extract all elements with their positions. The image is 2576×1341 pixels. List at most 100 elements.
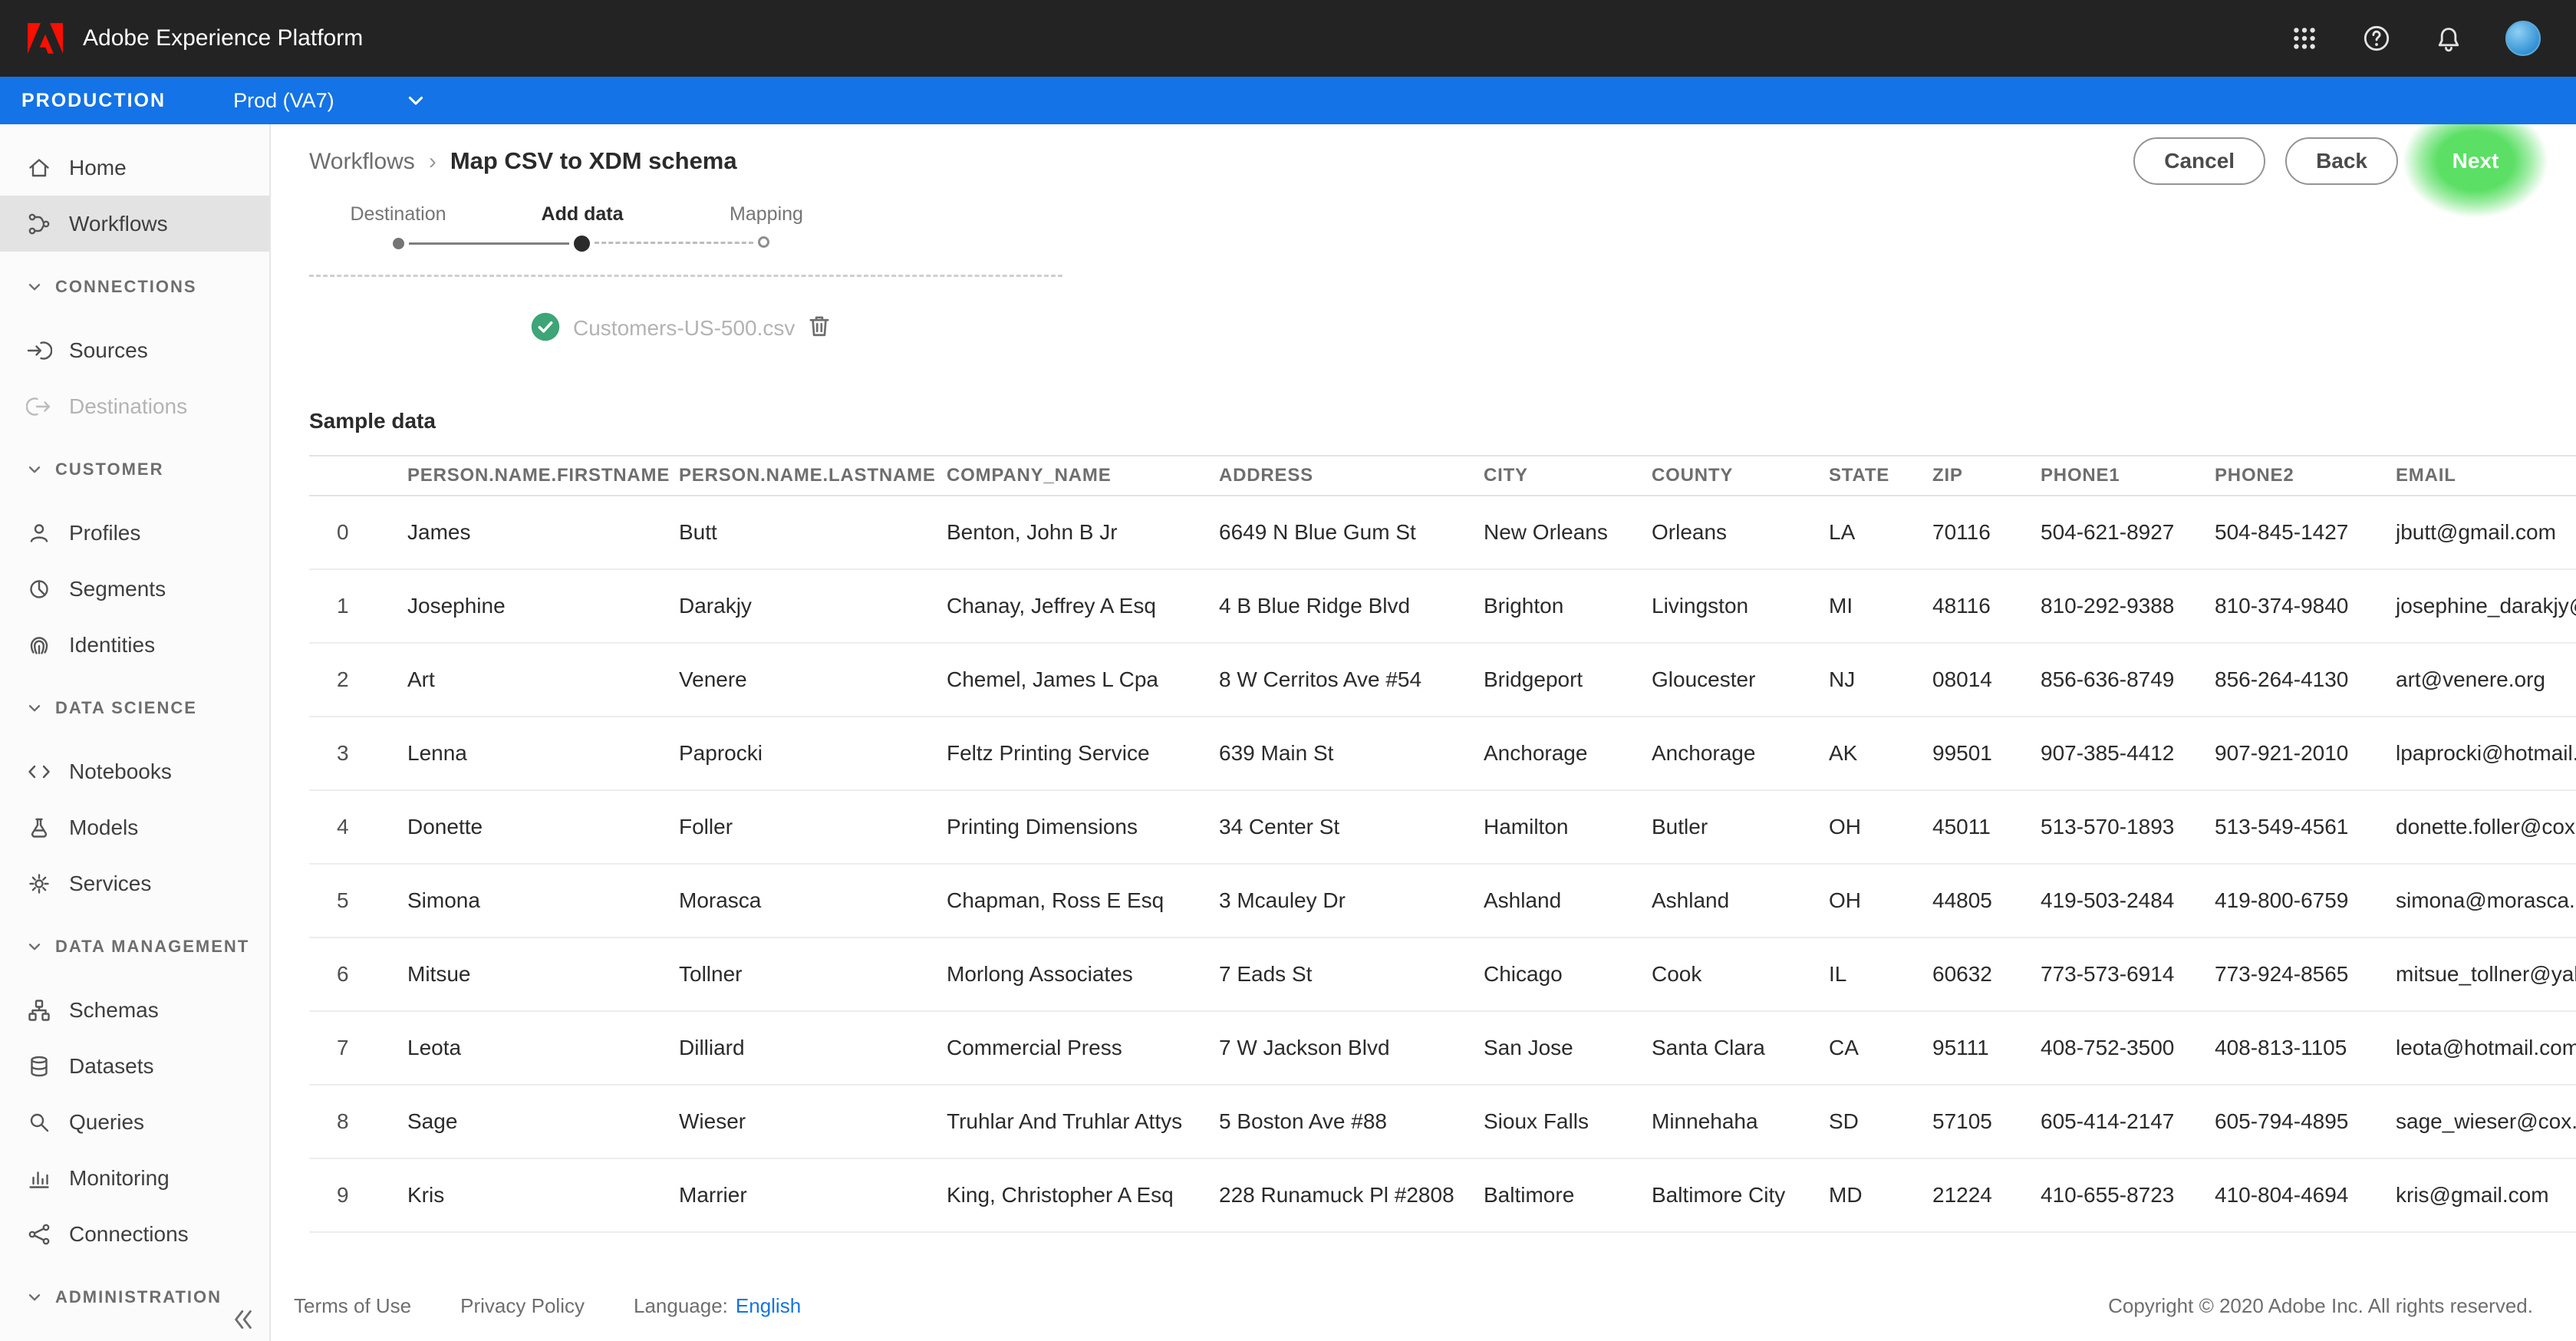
table-row: 2ArtVenereChemel, James L Cpa8 W Cerrito…	[309, 643, 2576, 717]
table-cell: Chanay, Jeffrey A Esq	[947, 569, 1219, 643]
next-button[interactable]: Next	[2418, 137, 2533, 185]
step-progress-line	[409, 242, 569, 245]
column-header: COUNTY	[1652, 456, 1829, 496]
table-cell: Commercial Press	[947, 1011, 1219, 1085]
page-title: Map CSV to XDM schema	[450, 147, 737, 175]
chevron-down-icon	[26, 1289, 43, 1306]
table-cell: Anchorage	[1484, 717, 1652, 790]
notebooks-icon	[26, 759, 52, 785]
sidebar-section-data-management[interactable]: DATA MANAGEMENT	[0, 911, 269, 982]
sidebar-item-label: Destinations	[69, 394, 187, 419]
environment-label: PRODUCTION	[21, 90, 166, 112]
sidebar-section-connections[interactable]: CONNECTIONS	[0, 252, 269, 322]
column-header: EMAIL	[2396, 456, 2576, 496]
trash-icon[interactable]	[805, 311, 834, 341]
home-icon	[26, 155, 52, 181]
chevron-down-icon[interactable]	[405, 90, 427, 111]
chevron-down-icon	[26, 938, 43, 955]
language-value-link[interactable]: English	[736, 1294, 801, 1318]
apps-grid-icon[interactable]	[2289, 23, 2320, 54]
table-row: 5SimonaMorascaChapman, Ross E Esq3 Mcaul…	[309, 864, 2576, 937]
sources-icon	[26, 338, 52, 364]
sidebar-section-customer[interactable]: CUSTOMER	[0, 434, 269, 505]
table-cell: Livingston	[1652, 569, 1829, 643]
sidebar-item-monitoring[interactable]: Monitoring	[0, 1150, 269, 1206]
sidebar-item-home[interactable]: Home	[0, 140, 269, 196]
table-cell: sage_wieser@cox.net	[2396, 1085, 2576, 1158]
table-cell: 57105	[1932, 1085, 2041, 1158]
column-header: PHONE1	[2041, 456, 2215, 496]
sidebar-item-label: Notebooks	[69, 759, 172, 784]
table-cell: 907-385-4412	[2041, 717, 2215, 790]
terms-of-use-link[interactable]: Terms of Use	[294, 1294, 411, 1318]
sidebar-nav: HomeWorkflowsCONNECTIONSSources Destinati…	[0, 140, 269, 1333]
cancel-button[interactable]: Cancel	[2133, 137, 2265, 185]
adobe-logo[interactable]	[28, 23, 63, 54]
table-cell: 5 Boston Ave #88	[1219, 1085, 1484, 1158]
row-index-cell: 2	[309, 643, 407, 717]
table-cell: 21224	[1932, 1158, 2041, 1232]
sidebar-item-label: Monitoring	[69, 1166, 170, 1191]
sidebar-item-schemas[interactable]: Schemas	[0, 982, 269, 1038]
table-cell: Chemel, James L Cpa	[947, 643, 1219, 717]
table-cell: Ashland	[1484, 864, 1652, 937]
collapse-sidebar-icon[interactable]	[228, 1304, 259, 1335]
table-cell: Baltimore	[1484, 1158, 1652, 1232]
table-cell: 3 Mcauley Dr	[1219, 864, 1484, 937]
sidebar-item-notebooks[interactable]: Notebooks	[0, 743, 269, 799]
privacy-policy-link[interactable]: Privacy Policy	[460, 1294, 585, 1318]
sidebar-item-label: Schemas	[69, 998, 159, 1023]
sidebar-item-datasets[interactable]: Datasets	[0, 1038, 269, 1094]
sidebar-item-profiles[interactable]: Profiles	[0, 505, 269, 561]
table-cell: Sioux Falls	[1484, 1085, 1652, 1158]
table-cell: 419-503-2484	[2041, 864, 2215, 937]
uploaded-file-name: Customers-US-500.csv	[573, 316, 795, 341]
table-cell: 605-414-2147	[2041, 1085, 2215, 1158]
table-cell: 639 Main St	[1219, 717, 1484, 790]
row-index-cell: 4	[309, 790, 407, 864]
schemas-icon	[26, 997, 52, 1023]
queries-icon	[26, 1109, 52, 1135]
sidebar-section-data-science[interactable]: DATA SCIENCE	[0, 673, 269, 743]
table-cell: SD	[1829, 1085, 1932, 1158]
footer: Terms of Use Privacy Policy Language: En…	[294, 1294, 2533, 1318]
table-cell: leota@hotmail.com	[2396, 1011, 2576, 1085]
sidebar-item-queries[interactable]: Queries	[0, 1094, 269, 1150]
table-cell: 605-794-4895	[2215, 1085, 2396, 1158]
table-cell: King, Christopher A Esq	[947, 1158, 1219, 1232]
breadcrumb-workflows-link[interactable]: Workflows	[309, 149, 415, 175]
sidebar-item-models[interactable]: Models	[0, 799, 269, 855]
sidebar-item-connections[interactable]: Connections	[0, 1206, 269, 1262]
table-cell: Simona	[407, 864, 679, 937]
sidebar-item-identities[interactable]: Identities	[0, 617, 269, 673]
step-destination: Destination	[350, 203, 446, 226]
table-row: 8SageWieserTruhlar And Truhlar Attys5 Bo…	[309, 1085, 2576, 1158]
table-cell: 7 Eads St	[1219, 937, 1484, 1011]
notifications-icon[interactable]	[2433, 23, 2464, 54]
breadcrumb-separator: ›	[429, 149, 436, 175]
table-cell: Mitsue	[407, 937, 679, 1011]
sidebar-item-segments[interactable]: Segments	[0, 561, 269, 617]
avatar[interactable]	[2505, 21, 2541, 56]
column-header: PERSON.NAME.LASTNAME	[679, 456, 947, 496]
table-cell: Truhlar And Truhlar Attys	[947, 1085, 1219, 1158]
table-cell: 773-924-8565	[2215, 937, 2396, 1011]
table-cell: Donette	[407, 790, 679, 864]
back-button[interactable]: Back	[2285, 137, 2398, 185]
topbar-actions	[2289, 21, 2541, 56]
sidebar-item-services[interactable]: Services	[0, 855, 269, 911]
table-cell: 810-374-9840	[2215, 569, 2396, 643]
sidebar-item-workflows[interactable]: Workflows	[0, 196, 269, 252]
table-cell: donette.foller@cox.net	[2396, 790, 2576, 864]
table-cell: Morasca	[679, 864, 947, 937]
table-cell: josephine_darakjy@darakjy.org	[2396, 569, 2576, 643]
upload-dropzone-edge	[309, 275, 1062, 277]
help-icon[interactable]	[2361, 23, 2392, 54]
row-index-cell: 5	[309, 864, 407, 937]
step-dot-destination	[393, 238, 404, 249]
sidebar-section-label: DATA MANAGEMENT	[55, 937, 249, 957]
services-icon	[26, 871, 52, 897]
sidebar-item-sources[interactable]: Sources	[0, 322, 269, 378]
table-cell: AK	[1829, 717, 1932, 790]
row-index-cell: 1	[309, 569, 407, 643]
